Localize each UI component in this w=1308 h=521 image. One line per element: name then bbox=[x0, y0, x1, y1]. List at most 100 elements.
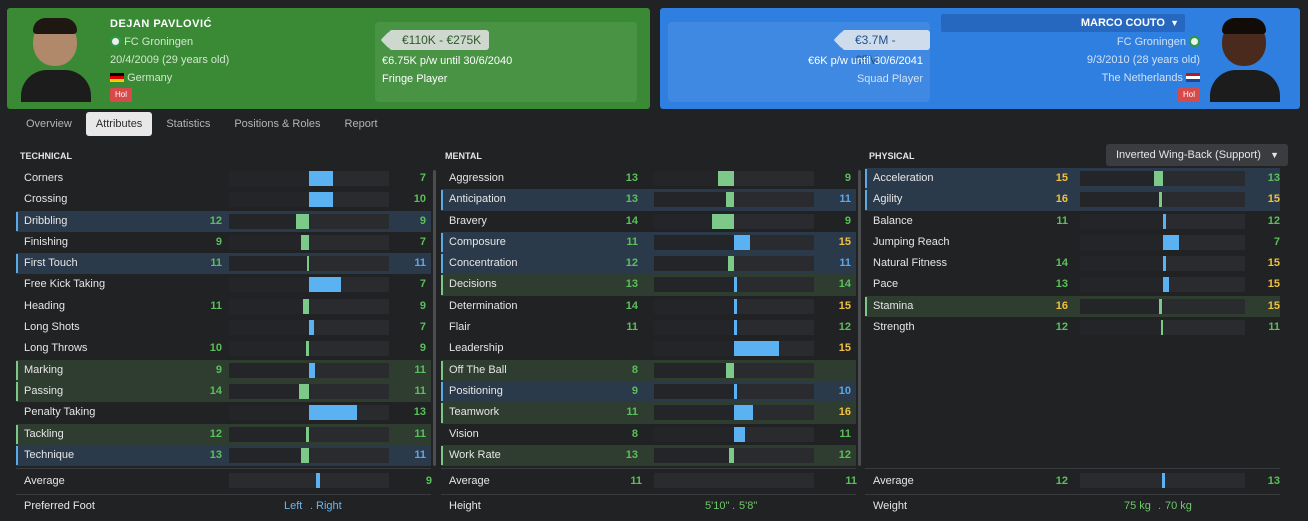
attribute-row-anticipation[interactable]: Anticipation 13 11 bbox=[441, 189, 856, 211]
attribute-right-value: 7 bbox=[419, 235, 426, 248]
attribute-row-vision[interactable]: Vision 8 11 bbox=[441, 424, 856, 445]
attribute-row-teamwork[interactable]: Teamwork 11 16 bbox=[441, 402, 856, 424]
attribute-left-value: 9 bbox=[215, 235, 222, 248]
attribute-label: Aggression bbox=[449, 172, 505, 184]
attribute-right-value: 11 bbox=[839, 193, 851, 206]
left-value-panel: €110K - €275K €6.75K p/w until 30/6/2040… bbox=[375, 22, 637, 102]
attribute-row-work-rate[interactable]: Work Rate 13 12 bbox=[441, 444, 856, 467]
attribute-row-heading[interactable]: Heading 11 9 bbox=[16, 296, 431, 317]
attribute-row-pace[interactable]: Pace 13 15 bbox=[865, 274, 1280, 295]
attribute-row-long-throws[interactable]: Long Throws 10 9 bbox=[16, 338, 431, 359]
comparison-bar bbox=[309, 171, 333, 186]
attribute-row-long-shots[interactable]: Long Shots 7 bbox=[16, 317, 431, 338]
attribute-left-value: 12 bbox=[625, 257, 638, 270]
attribute-row-tackling[interactable]: Tackling 12 11 bbox=[16, 423, 431, 445]
attribute-left-value: 11 bbox=[626, 321, 638, 334]
attribute-row-leadership[interactable]: Leadership 15 bbox=[441, 338, 856, 359]
tab-report[interactable]: Report bbox=[335, 112, 388, 136]
attribute-row-passing[interactable]: Passing 14 11 bbox=[16, 380, 431, 403]
attribute-row-bravery[interactable]: Bravery 14 9 bbox=[441, 211, 856, 232]
attribute-row-positioning[interactable]: Positioning 9 10 bbox=[441, 380, 856, 403]
attribute-left-value: 11 bbox=[1056, 214, 1068, 227]
attribute-row-acceleration[interactable]: Acceleration 15 13 bbox=[865, 168, 1280, 190]
left-player-nationality[interactable]: Germany bbox=[127, 72, 172, 84]
comparison-bar bbox=[309, 192, 333, 208]
attribute-row-strength[interactable]: Strength 12 11 bbox=[865, 317, 1280, 338]
left-player-club[interactable]: FC Groningen bbox=[124, 36, 193, 48]
attribute-label: Anticipation bbox=[449, 193, 506, 206]
left-player-name[interactable]: DEJAN PAVLOVIĆ bbox=[110, 18, 212, 30]
attribute-label: Free Kick Taking bbox=[24, 278, 106, 291]
attribute-left-value: 11 bbox=[210, 299, 222, 312]
left-player-dob: 20/4/2009 (29 years old) bbox=[110, 54, 230, 66]
attribute-row-decisions[interactable]: Decisions 13 14 bbox=[441, 274, 856, 296]
attribute-row-marking[interactable]: Marking 9 11 bbox=[16, 359, 431, 381]
attribute-row-dribbling[interactable]: Dribbling 12 9 bbox=[16, 210, 431, 232]
attribute-label: Jumping Reach bbox=[873, 235, 950, 248]
tab-attributes[interactable]: Attributes bbox=[85, 112, 153, 136]
right-player-name: MARCO COUTO bbox=[1080, 17, 1165, 29]
right-preferred-foot: Right bbox=[316, 500, 342, 512]
attribute-label: Strength bbox=[873, 321, 915, 334]
attribute-row-penalty-taking[interactable]: Penalty Taking 13 bbox=[16, 402, 431, 423]
comparison-bar-track bbox=[229, 256, 389, 272]
attribute-left-value: 12 bbox=[209, 214, 222, 227]
attribute-label: Natural Fitness bbox=[873, 257, 947, 270]
attribute-row-finishing[interactable]: Finishing 9 7 bbox=[16, 232, 431, 253]
attribute-left-value: 14 bbox=[625, 299, 638, 312]
average-bar bbox=[229, 473, 389, 488]
attribute-row-balance[interactable]: Balance 11 12 bbox=[865, 211, 1280, 232]
attribute-row-aggression[interactable]: Aggression 13 9 bbox=[441, 168, 856, 189]
comparison-bar-track bbox=[1080, 171, 1245, 186]
attribute-row-crossing[interactable]: Crossing 10 bbox=[16, 189, 431, 210]
attribute-row-determination[interactable]: Determination 14 15 bbox=[441, 296, 856, 317]
comparison-bar-track bbox=[229, 341, 389, 357]
attribute-left-value: 13 bbox=[625, 278, 638, 291]
attribute-row-composure[interactable]: Composure 11 15 bbox=[441, 231, 856, 254]
attribute-row-concentration[interactable]: Concentration 12 11 bbox=[441, 253, 856, 275]
right-player-club[interactable]: FC Groningen bbox=[1117, 36, 1186, 48]
tab-positions-roles[interactable]: Positions & Roles bbox=[224, 112, 330, 136]
attribute-right-value: 13 bbox=[413, 406, 426, 419]
comparison-bar bbox=[1159, 298, 1163, 314]
attribute-row-agility[interactable]: Agility 16 15 bbox=[865, 189, 1280, 211]
comparison-bar bbox=[718, 171, 734, 186]
mental-scrollbar[interactable] bbox=[858, 170, 861, 466]
comparison-bar-track bbox=[229, 426, 389, 442]
attribute-label: Stamina bbox=[873, 299, 914, 312]
average-right: 11 bbox=[845, 475, 857, 487]
attribute-left-value: 11 bbox=[626, 406, 638, 419]
tab-overview[interactable]: Overview bbox=[16, 112, 82, 136]
attribute-label: Flair bbox=[449, 321, 471, 334]
attribute-row-first-touch[interactable]: First Touch 11 11 bbox=[16, 253, 431, 275]
player-selector[interactable]: MARCO COUTO ▼ bbox=[941, 14, 1185, 32]
right-weight: 70 kg bbox=[1165, 500, 1192, 512]
attribute-left-value: 12 bbox=[209, 427, 222, 440]
left-value-pill[interactable]: €110K - €275K bbox=[389, 30, 490, 50]
attribute-row-flair[interactable]: Flair 11 12 bbox=[441, 317, 856, 338]
attribute-right-value: 10 bbox=[838, 384, 851, 397]
technical-scrollbar[interactable] bbox=[433, 170, 436, 466]
preferred-foot-row: Preferred Foot Left . Right bbox=[16, 495, 431, 517]
attribute-row-free-kick-taking[interactable]: Free Kick Taking 7 bbox=[16, 274, 431, 295]
attribute-row-natural-fitness[interactable]: Natural Fitness 14 15 bbox=[865, 253, 1280, 274]
attribute-right-value: 11 bbox=[414, 363, 426, 376]
attribute-row-technique[interactable]: Technique 13 11 bbox=[16, 444, 431, 467]
attribute-row-off-the-ball[interactable]: Off The Ball 8 bbox=[441, 359, 856, 381]
comparison-bar-track bbox=[1080, 192, 1245, 208]
club-badge-icon bbox=[1189, 36, 1200, 47]
attribute-right-value: 16 bbox=[838, 406, 851, 419]
attribute-right-value: 11 bbox=[839, 257, 851, 270]
comparison-bar-track bbox=[1080, 256, 1245, 272]
attribute-row-jumping-reach[interactable]: Jumping Reach 7 bbox=[865, 232, 1280, 253]
attribute-row-stamina[interactable]: Stamina 16 15 bbox=[865, 295, 1280, 318]
attribute-row-corners[interactable]: Corners 7 bbox=[16, 168, 431, 189]
comparison-bar bbox=[726, 192, 734, 208]
attribute-label: Vision bbox=[449, 427, 479, 440]
attribute-left-value: 9 bbox=[215, 363, 222, 376]
comparison-bar-track bbox=[229, 320, 389, 336]
right-value-pill[interactable]: €3.7M - €5M bbox=[842, 30, 930, 67]
right-player-nationality[interactable]: The Netherlands bbox=[1102, 72, 1183, 84]
attribute-label: Work Rate bbox=[449, 448, 501, 461]
tab-statistics[interactable]: Statistics bbox=[156, 112, 220, 136]
